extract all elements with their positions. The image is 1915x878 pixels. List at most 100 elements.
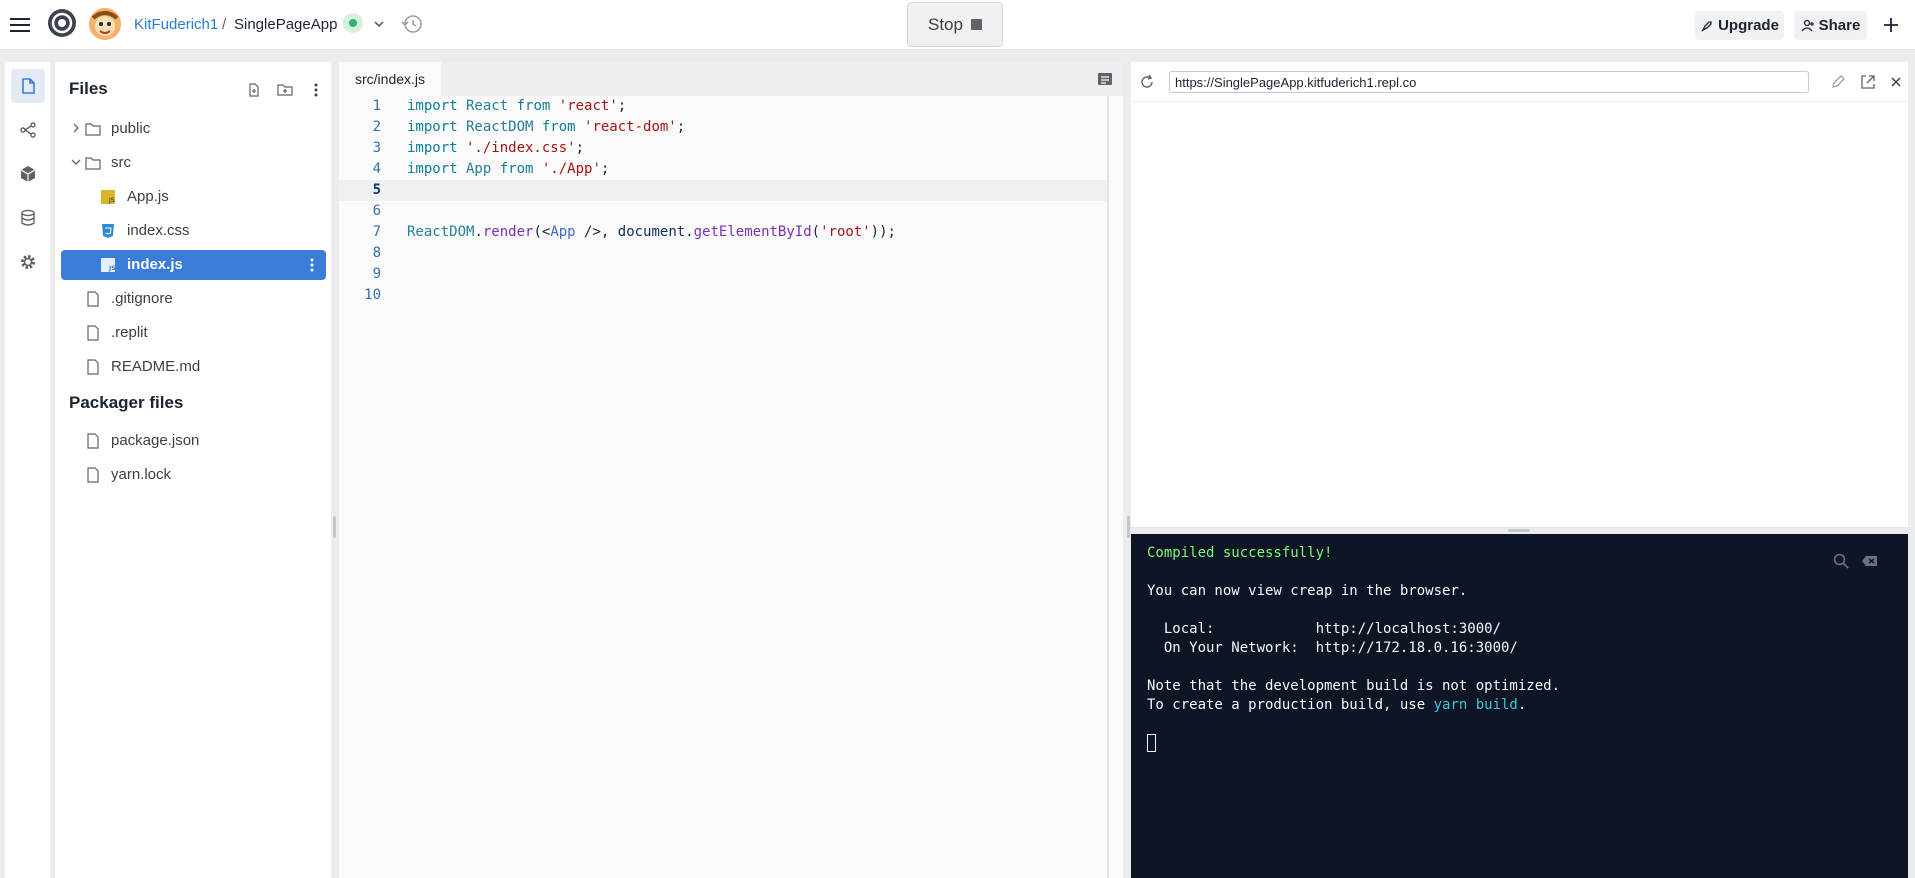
edit-pencil-icon[interactable]: [1830, 74, 1846, 90]
chevron-down-icon: [71, 159, 81, 165]
files-panel: Files public src JS App.js index.css JS …: [55, 62, 331, 878]
plus-icon[interactable]: [1880, 14, 1902, 36]
owner-link[interactable]: KitFuderich1: [134, 16, 218, 33]
tree-file-app-js[interactable]: JS App.js: [61, 182, 326, 212]
editor-options-icon[interactable]: [1097, 71, 1113, 87]
console-line: On Your Network: http://172.18.0.16:3000…: [1147, 640, 1518, 656]
tree-item-label: src: [111, 154, 131, 171]
chevron-down-icon[interactable]: [372, 17, 386, 31]
hamburger-menu-icon[interactable]: [8, 13, 32, 37]
history-icon[interactable]: [401, 13, 423, 35]
file-icon: [87, 467, 99, 483]
tree-file-package-json[interactable]: package.json: [61, 426, 326, 456]
person-add-icon: [1801, 19, 1814, 31]
file-icon: [87, 359, 99, 375]
open-new-tab-icon[interactable]: [1860, 74, 1876, 90]
js-file-icon: JS: [101, 190, 115, 204]
upgrade-button[interactable]: Upgrade: [1695, 11, 1784, 40]
console-resize-handle[interactable]: [1508, 529, 1530, 532]
console-line: Note that the development build is not o…: [1147, 678, 1561, 694]
code-line: 9: [339, 264, 1107, 285]
line-number: 4: [372, 161, 381, 177]
tree-item-label: yarn.lock: [111, 466, 172, 483]
css-file-icon: [102, 224, 114, 238]
tree-item-label: index.css: [127, 222, 190, 239]
code-line: 4 import App from './App';: [339, 159, 1107, 180]
chevron-right-icon: [73, 123, 79, 133]
line-number: 1: [372, 98, 381, 114]
code-line-active: 5: [339, 180, 1107, 201]
folder-icon: [85, 123, 101, 136]
version-control-icon[interactable]: [11, 113, 45, 147]
tree-folder-public[interactable]: public: [61, 114, 326, 144]
webview-url-input[interactable]: https://SinglePageApp.kitfuderich1.repl.…: [1169, 71, 1809, 93]
code-line: 7 ReactDOM.render(<App />, document.getE…: [339, 222, 1107, 243]
console-line: To create a production build, use yarn b…: [1147, 697, 1527, 713]
tree-item-label: .replit: [111, 324, 148, 341]
run-status-icon[interactable]: [343, 13, 363, 33]
webview-toolbar: https://SinglePageApp.kitfuderich1.repl.…: [1131, 62, 1908, 102]
tree-file-replit[interactable]: .replit: [61, 318, 326, 348]
more-options-icon[interactable]: [306, 80, 326, 100]
new-folder-icon[interactable]: [275, 80, 295, 100]
upgrade-label: Upgrade: [1718, 17, 1779, 34]
settings-gear-icon[interactable]: [11, 245, 45, 279]
refresh-icon[interactable]: [1139, 74, 1155, 90]
file-icon: [87, 433, 99, 449]
line-number: 6: [372, 203, 381, 219]
close-icon[interactable]: [1888, 74, 1904, 90]
tree-item-label: .gitignore: [111, 290, 173, 307]
code-editor: src/index.js 1 import React from 'react'…: [339, 62, 1123, 878]
file-icon: [87, 325, 99, 341]
files-title: Files: [69, 79, 108, 98]
clear-console-icon[interactable]: [1861, 552, 1879, 570]
packager-files-title: Packager files: [69, 393, 184, 412]
console-line: Compiled successfully!: [1147, 545, 1333, 561]
code-line: 1 import React from 'react';: [339, 96, 1107, 117]
panel-resize-handle[interactable]: [1127, 516, 1130, 538]
code-text: import './index.css';: [407, 140, 585, 156]
database-icon[interactable]: [11, 201, 45, 235]
stop-button[interactable]: Stop: [907, 2, 1003, 47]
share-button[interactable]: Share: [1794, 11, 1867, 40]
search-icon[interactable]: [1832, 552, 1850, 570]
line-number: 5: [372, 182, 381, 198]
line-number: 10: [364, 287, 381, 303]
console-panel[interactable]: Compiled successfully! You can now view …: [1131, 534, 1908, 878]
tree-item-label: index.js: [127, 256, 183, 273]
code-text: import React from 'react';: [407, 98, 627, 114]
tree-file-readme[interactable]: README.md: [61, 352, 326, 382]
repl-name[interactable]: SinglePageApp: [234, 16, 337, 33]
activity-rail: [5, 62, 50, 878]
console-cursor: [1147, 734, 1156, 752]
share-label: Share: [1818, 17, 1861, 34]
new-file-icon[interactable]: [244, 80, 264, 100]
folder-open-icon: [85, 157, 101, 170]
panel-resize-handle[interactable]: [333, 516, 336, 538]
js-file-icon: JS: [101, 258, 116, 272]
console-line: You can now view creap in the browser.: [1147, 583, 1468, 599]
editor-text-area[interactable]: 1 import React from 'react'; 2 import Re…: [339, 96, 1107, 878]
file-icon: [87, 291, 99, 307]
tab-src-index-js[interactable]: src/index.js: [339, 62, 442, 96]
files-icon[interactable]: [11, 69, 45, 103]
stop-icon: [970, 19, 982, 30]
code-line: 3 import './index.css';: [339, 138, 1107, 159]
webview-panel: https://SinglePageApp.kitfuderich1.repl.…: [1131, 62, 1908, 528]
code-line: 10: [339, 285, 1107, 306]
packages-icon[interactable]: [11, 157, 45, 191]
code-line: 2 import ReactDOM from 'react-dom';: [339, 117, 1107, 138]
tree-file-gitignore[interactable]: .gitignore: [61, 284, 326, 314]
editor-scrollbar[interactable]: [1107, 96, 1109, 878]
tree-folder-src[interactable]: src: [61, 148, 326, 178]
rocket-icon: [1701, 20, 1712, 31]
replit-logo-icon[interactable]: [46, 7, 78, 39]
tree-file-yarn-lock[interactable]: yarn.lock: [61, 460, 326, 490]
tree-item-label: App.js: [127, 188, 169, 205]
avatar[interactable]: [89, 8, 121, 40]
breadcrumb-separator: /: [222, 16, 227, 33]
tree-file-index-js[interactable]: JS index.js: [61, 250, 326, 280]
line-number: 7: [372, 224, 381, 240]
more-options-icon[interactable]: [310, 258, 314, 272]
tree-file-index-css[interactable]: index.css: [61, 216, 326, 246]
